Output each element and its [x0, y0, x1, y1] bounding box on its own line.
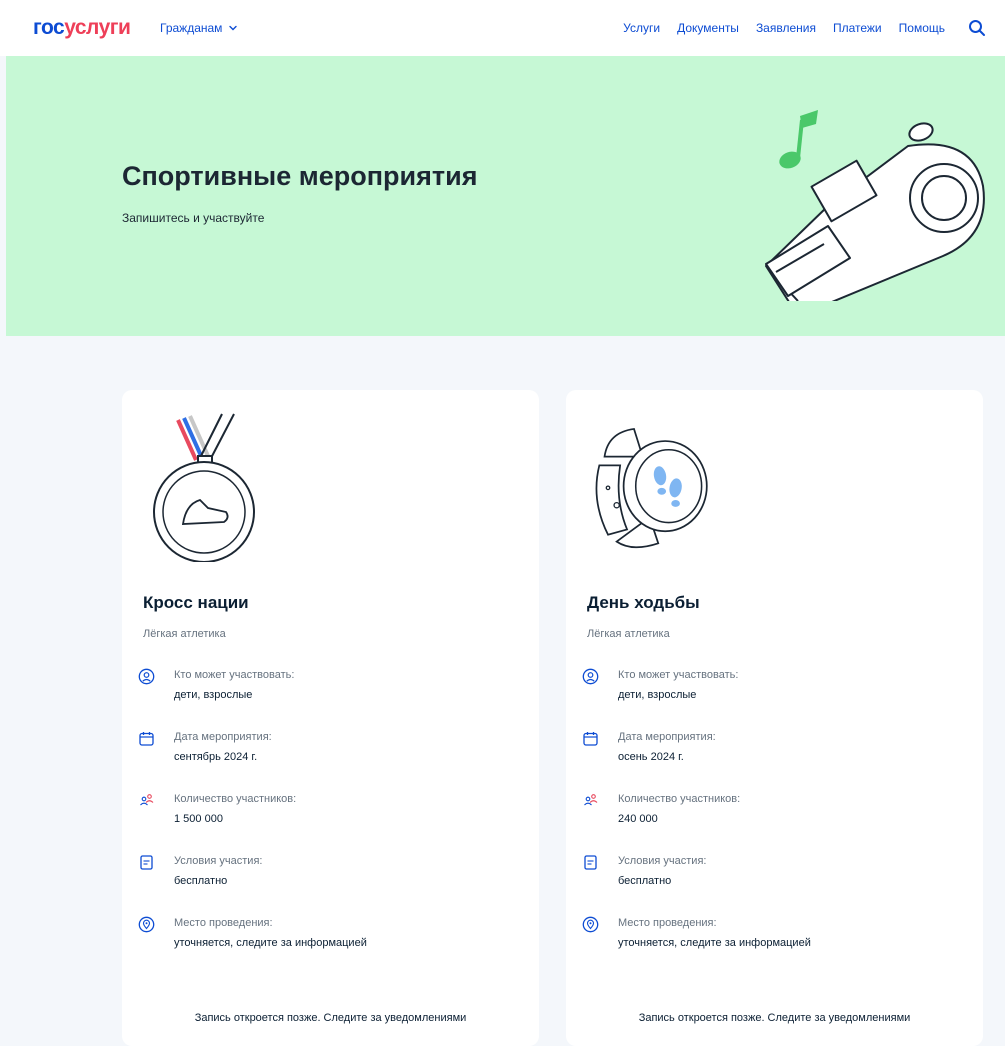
info-label: Место проведения: — [174, 917, 273, 929]
card-title: День ходьбы — [587, 593, 700, 612]
info-label: Количество участников: — [618, 793, 741, 805]
info-label: Место проведения: — [618, 917, 717, 929]
event-card-cross-nation[interactable]: Кросс нации Лёгкая атлетика Кто может уч… — [122, 390, 539, 1046]
document-icon — [584, 855, 597, 870]
card-category: Лёгкая атлетика — [143, 628, 226, 640]
nav-services[interactable]: Услуги — [623, 21, 660, 35]
info-label: Кто может участвовать: — [174, 669, 295, 681]
event-card-walking-day[interactable]: День ходьбы Лёгкая атлетика Кто может уч… — [566, 390, 983, 1046]
info-value: бесплатно — [618, 875, 672, 887]
person-icon — [582, 668, 599, 685]
role-label: Гражданам — [160, 21, 223, 35]
registration-notice: Запись откроется позже. Следите за уведо… — [638, 1012, 911, 1024]
location-icon — [582, 916, 599, 933]
nav-documents[interactable]: Документы — [677, 21, 739, 35]
location-icon — [138, 916, 155, 933]
document-icon — [140, 855, 153, 870]
info-label: Количество участников: — [174, 793, 297, 805]
info-label: Дата мероприятия: — [618, 731, 716, 743]
main-nav: Услуги Документы Заявления Платежи Помощ… — [623, 21, 945, 35]
page-title: Спортивные мероприятия — [122, 161, 478, 191]
nav-payments[interactable]: Платежи — [833, 21, 882, 35]
info-value: дети, взрослые — [174, 689, 253, 701]
people-icon — [584, 794, 598, 806]
nav-applications[interactable]: Заявления — [756, 21, 816, 35]
info-value: уточняется, следите за информацией — [174, 937, 367, 949]
info-value: уточняется, следите за информацией — [618, 937, 811, 949]
page-subtitle: Запишитесь и участвуйте — [122, 211, 265, 225]
chevron-down-icon — [229, 25, 238, 31]
card-category: Лёгкая атлетика — [587, 628, 670, 640]
smartwatch-illustration — [595, 427, 708, 549]
info-value: осень 2024 г. — [618, 751, 684, 763]
info-label: Дата мероприятия: — [174, 731, 272, 743]
music-note-icon — [779, 110, 818, 169]
info-value: 240 000 — [618, 813, 658, 825]
whistle-illustration — [765, 110, 985, 301]
person-icon — [138, 668, 155, 685]
search-icon[interactable] — [968, 19, 986, 37]
info-label: Условия участия: — [174, 855, 263, 867]
medal-illustration — [153, 413, 255, 562]
hero-banner: Спортивные мероприятия Запишитесь и учас… — [6, 56, 1005, 336]
card-title: Кросс нации — [143, 593, 249, 612]
calendar-icon — [139, 732, 154, 746]
nav-help[interactable]: Помощь — [899, 21, 945, 35]
role-selector[interactable]: Гражданам — [160, 21, 238, 35]
calendar-icon — [583, 732, 598, 746]
info-value: 1 500 000 — [174, 813, 223, 825]
top-header: госуслуги Гражданам Услуги Документы Зая… — [0, 0, 1005, 56]
info-label: Условия участия: — [618, 855, 707, 867]
gosuslugi-logo[interactable]: госуслуги — [33, 16, 131, 40]
info-value: бесплатно — [174, 875, 228, 887]
info-label: Кто может участвовать: — [618, 669, 739, 681]
people-icon — [140, 794, 154, 806]
info-value: дети, взрослые — [618, 689, 697, 701]
info-value: сентябрь 2024 г. — [174, 751, 258, 763]
registration-notice: Запись откроется позже. Следите за уведо… — [194, 1012, 467, 1024]
